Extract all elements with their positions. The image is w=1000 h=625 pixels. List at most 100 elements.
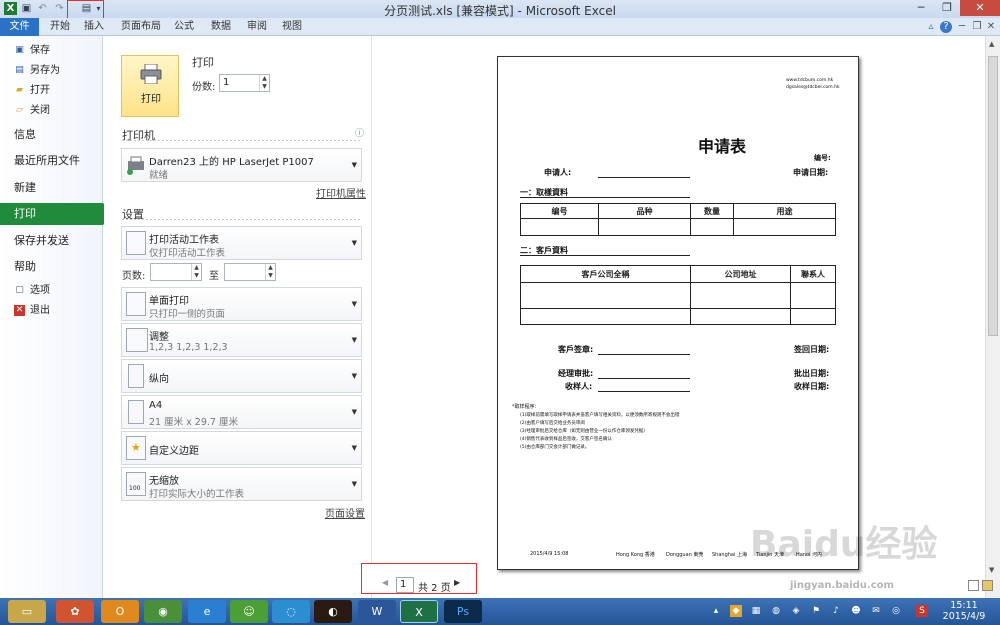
tray-volume-icon[interactable]: ♪: [830, 605, 842, 617]
show-margins-icon[interactable]: [968, 580, 979, 591]
ribbon-collapse-icon[interactable]: ▵: [925, 21, 937, 33]
close-file-icon: ▱: [16, 105, 23, 115]
taskbar-clock[interactable]: 15:11 2015/4/9: [934, 600, 994, 622]
tray-app-icon[interactable]: ◆: [730, 605, 742, 617]
printer-device-icon: [126, 153, 146, 177]
apply-date-label: 申请日期:: [793, 168, 829, 177]
tray-flag-icon[interactable]: ⚑: [810, 605, 822, 617]
orientation-select[interactable]: 纵向 ▼: [121, 359, 362, 393]
wechat-icon[interactable]: ☺: [230, 600, 268, 623]
sidebar-item-close[interactable]: ▱ 关闭: [0, 102, 103, 120]
tray-app2-icon[interactable]: ◎: [890, 605, 902, 617]
customer-table: 客戶公司全稱 公司地址 聯系人: [520, 265, 836, 325]
page-setup-link[interactable]: 页面设置: [325, 505, 365, 520]
tab-file[interactable]: 文件: [0, 18, 39, 36]
tab-review[interactable]: 审阅: [243, 19, 271, 35]
tray-security-icon[interactable]: ◈: [790, 605, 802, 617]
tab-data[interactable]: 数据: [207, 19, 235, 35]
minimize-button[interactable]: ─: [908, 0, 934, 16]
tray-sync-icon[interactable]: ◍: [770, 605, 782, 617]
pages-to-spinner-icon[interactable]: ▲ ▼: [265, 264, 275, 280]
printer-icon: [140, 64, 162, 84]
margins-select[interactable]: ★ 自定义边距 ▼: [121, 431, 362, 465]
scaling-select[interactable]: 100 无缩放 打印实际大小的工作表 ▼: [121, 467, 362, 501]
save-icon: ▣: [15, 45, 24, 55]
paper-size-select[interactable]: A4 21 厘米 x 29.7 厘米 ▼: [121, 395, 362, 429]
sidebar-item-options[interactable]: ▢ 选项: [0, 282, 103, 300]
total-pages-label: 共 2 页: [418, 583, 451, 594]
copies-label: 份数:: [192, 82, 216, 93]
table-header: 客戶公司全稱: [520, 265, 691, 283]
note-item: (3)经理审批后交给仓库（如无则由营业一份以作仓库领发凭据）: [520, 429, 648, 434]
tab-page-layout[interactable]: 页面布局: [118, 19, 164, 35]
collate-select[interactable]: 调整 1,2,3 1,2,3 1,2,3 ▼: [121, 323, 362, 357]
sidebar-item-new[interactable]: 新建: [0, 177, 103, 199]
browser-icon[interactable]: ◌: [272, 600, 310, 623]
duplex-select[interactable]: 单面打印 只打印一侧的页面 ▼: [121, 287, 362, 321]
tray-chat-icon[interactable]: ✉: [870, 605, 882, 617]
tab-formulas[interactable]: 公式: [170, 19, 198, 35]
sidebar-item-save-as[interactable]: ▤ 另存为: [0, 62, 103, 80]
table-header: 品种: [598, 203, 691, 219]
sidebar-item-help[interactable]: 帮助: [0, 256, 103, 278]
close-button[interactable]: ✕: [960, 0, 1000, 16]
explorer-icon[interactable]: ▭: [8, 600, 46, 623]
printer-select[interactable]: Darren23 上的 HP LaserJet P1007 就绪 ▼: [121, 148, 362, 182]
help-icon[interactable]: ?: [940, 21, 952, 33]
zoom-page-icon[interactable]: [982, 580, 993, 591]
scroll-up-icon[interactable]: ▲: [989, 40, 994, 48]
taskbar: ▭ ✿ O ◉ e ☺ ◌ ◐ W X Ps ▴ ◆ ▦ ◍ ◈ ⚑ ♪ ☻ ✉…: [0, 598, 1000, 625]
sidebar-item-recent[interactable]: 最近所用文件: [0, 150, 103, 172]
tray-qq-icon[interactable]: ☻: [850, 605, 862, 617]
next-page-icon[interactable]: ▶: [454, 578, 460, 587]
window-title: 分页测试.xls [兼容模式] - Microsoft Excel: [384, 4, 616, 18]
tray-network-icon[interactable]: ▦: [750, 605, 762, 617]
ie-icon[interactable]: e: [188, 600, 226, 623]
sidebar-item-save[interactable]: ▣ 保存: [0, 42, 103, 60]
doc-restore-icon[interactable]: ❐: [971, 21, 983, 33]
tab-home[interactable]: 开始: [46, 19, 74, 35]
info-icon[interactable]: ⓘ: [355, 126, 364, 139]
customer-sign-line: [598, 354, 690, 355]
printer-name: Darren23 上的 HP LaserJet P1007: [149, 157, 314, 168]
app-fox-icon[interactable]: ✿: [56, 600, 94, 623]
restore-button[interactable]: ❐: [934, 0, 960, 16]
media-app-icon[interactable]: ◐: [314, 600, 352, 623]
previous-page-icon[interactable]: ◀: [382, 578, 388, 587]
sidebar-item-open[interactable]: ▰ 打开: [0, 82, 103, 100]
tab-view[interactable]: 视图: [278, 19, 306, 35]
preview-scrollbar[interactable]: ▲ ▼: [985, 36, 1000, 598]
sidebar-item-print[interactable]: 打印: [0, 203, 112, 225]
photoshop-icon[interactable]: Ps: [444, 600, 482, 623]
outlook-icon[interactable]: O: [101, 600, 139, 623]
tray-expand-icon[interactable]: ▴: [710, 605, 722, 617]
current-page-input[interactable]: 1: [396, 577, 414, 593]
copies-spinner-icon[interactable]: ▲ ▼: [259, 75, 269, 91]
scroll-thumb[interactable]: [988, 56, 998, 336]
print-button[interactable]: 打印: [121, 55, 179, 117]
portrait-icon: [128, 364, 144, 388]
copies-input[interactable]: 1 ▲ ▼: [219, 74, 270, 92]
print-what-select[interactable]: 打印活动工作表 仅打印活动工作表 ▼: [121, 226, 362, 260]
sidebar-item-exit[interactable]: ✕ 退出: [0, 302, 103, 320]
pages-from-spinner-icon[interactable]: ▲ ▼: [191, 264, 201, 280]
table-header: 用途: [733, 203, 836, 219]
pages-from-input[interactable]: ▲ ▼: [150, 263, 202, 281]
sidebar-item-save-send[interactable]: 保存并发送: [0, 230, 103, 252]
tray-input-icon[interactable]: S: [916, 605, 928, 617]
preview-page: www.tdcbum.com.hk dgsales@tdcbel.com.hk …: [497, 56, 859, 570]
print-preview-area: www.tdcbum.com.hk dgsales@tdcbel.com.hk …: [373, 36, 985, 598]
scroll-down-icon[interactable]: ▼: [989, 566, 994, 574]
sidebar-item-info[interactable]: 信息: [0, 124, 103, 146]
printer-properties-link[interactable]: 打印机属性: [316, 185, 366, 200]
page-website: www.tdcbum.com.hk: [786, 78, 834, 83]
chrome-icon[interactable]: ◉: [144, 600, 182, 623]
receiver-label: 收样人:: [565, 382, 593, 391]
doc-minimize-icon[interactable]: ─: [956, 21, 968, 33]
tab-insert[interactable]: 插入: [80, 19, 108, 35]
doc-close-icon[interactable]: ✕: [985, 21, 997, 33]
word-icon[interactable]: W: [358, 600, 396, 623]
pages-to-input[interactable]: ▲ ▼: [224, 263, 276, 281]
excel-icon[interactable]: X: [400, 600, 438, 623]
note-item: (5)由仓库部门交会计部门做记录。: [520, 445, 590, 450]
